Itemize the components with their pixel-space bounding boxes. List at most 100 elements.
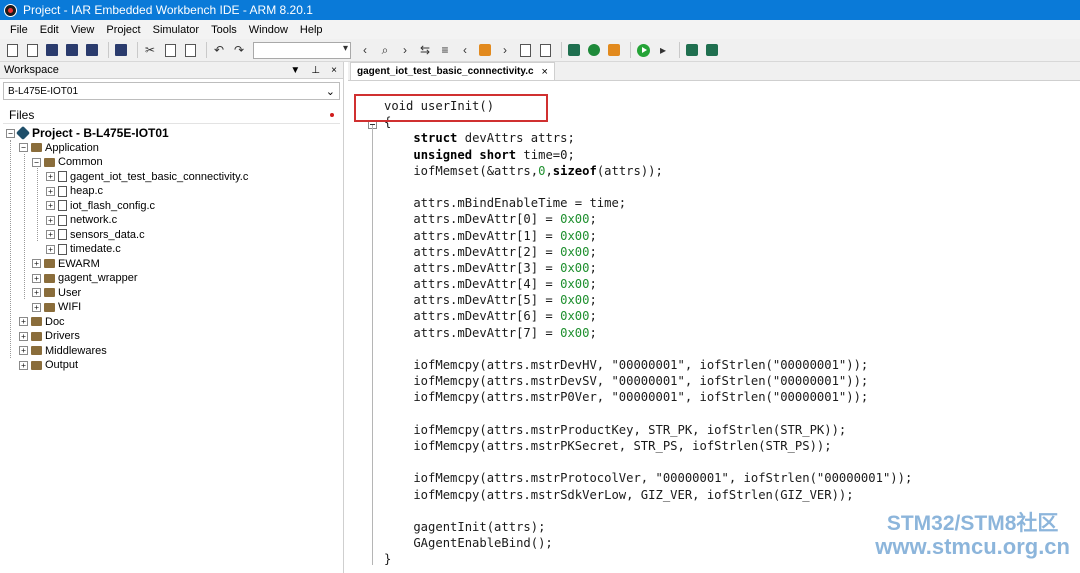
title-bar: Project - IAR Embedded Workbench IDE - A… [0, 0, 1080, 20]
expand-icon[interactable]: + [19, 346, 28, 356]
editor-tab-bar: gagent_iot_test_basic_connectivity.c × [348, 62, 1080, 81]
copy-icon[interactable] [162, 42, 178, 58]
chevron-right-icon[interactable]: › [497, 42, 513, 58]
tree-item[interactable]: + heap.c [6, 184, 343, 199]
expand-icon[interactable]: + [46, 172, 55, 182]
menu-view[interactable]: View [65, 24, 101, 36]
menu-window[interactable]: Window [243, 24, 294, 36]
tree-item-label: heap.c [70, 185, 104, 198]
expand-icon[interactable]: + [32, 259, 41, 269]
menu-file[interactable]: File [4, 24, 34, 36]
collapse-icon[interactable]: − [19, 143, 28, 153]
goto-icon[interactable]: ≡ [437, 42, 453, 58]
expand-icon[interactable]: + [19, 331, 28, 341]
close-tab-icon[interactable]: × [542, 66, 548, 78]
code-line: iofMemcpy(attrs.mstrProtocolVer, "000000… [384, 471, 913, 486]
layout-icon-2[interactable] [704, 42, 720, 58]
tree-item[interactable]: + Drivers [6, 329, 343, 344]
menu-tools[interactable]: Tools [205, 24, 243, 36]
stop-build-icon[interactable] [586, 42, 602, 58]
toolbar-separator [561, 42, 562, 58]
expand-icon[interactable]: + [46, 230, 55, 240]
expand-icon[interactable]: + [46, 186, 55, 196]
expand-icon[interactable]: + [32, 302, 41, 312]
code-line: attrs.mDevAttr[6] = 0x00; [384, 309, 597, 324]
debug-play-icon[interactable] [635, 42, 651, 58]
tree-item[interactable]: + gagent_iot_test_basic_connectivity.c [6, 170, 343, 185]
tree-item-label: sensors_data.c [70, 228, 145, 241]
chevron-right-icon[interactable]: › [397, 42, 413, 58]
expand-icon[interactable]: + [19, 360, 28, 370]
print-icon[interactable] [113, 42, 129, 58]
tree-item[interactable]: + Middlewares [6, 344, 343, 359]
undo-icon[interactable]: ↶ [211, 42, 227, 58]
tree-item[interactable]: + network.c [6, 213, 343, 228]
files-header[interactable]: Files [3, 106, 340, 124]
tree-item-label: WIFI [58, 301, 82, 314]
tree-item[interactable]: + Output [6, 358, 343, 373]
chevron-left-icon[interactable]: ‹ [357, 42, 373, 58]
code-editor[interactable]: void userInit(){ struct devAttrs attrs; … [348, 81, 1080, 573]
code-line: iofMemcpy(attrs.mstrProductKey, STR_PK, … [384, 422, 847, 437]
close-icon[interactable]: × [331, 65, 337, 76]
breakpoint-icon[interactable] [606, 42, 622, 58]
folder-icon [44, 259, 55, 269]
menu-project[interactable]: Project [100, 24, 146, 36]
menu-edit[interactable]: Edit [34, 24, 65, 36]
expand-icon[interactable]: + [19, 317, 28, 327]
pin-icon[interactable]: ⊥ [311, 65, 320, 76]
expand-icon[interactable]: + [32, 273, 41, 283]
workspace-header: Workspace ▼ ⊥ × [0, 62, 343, 79]
fold-guide [372, 125, 373, 565]
paste-icon[interactable] [182, 42, 198, 58]
expand-icon[interactable]: + [46, 201, 55, 211]
cut-icon[interactable]: ✂ [142, 42, 158, 58]
debug-noload-icon[interactable]: ▸ [655, 42, 671, 58]
expand-icon[interactable]: + [46, 244, 55, 254]
layout-icon[interactable] [684, 42, 700, 58]
folder-icon [31, 317, 42, 327]
collapse-icon[interactable]: − [32, 157, 41, 167]
tree-item[interactable]: + iot_flash_config.c [6, 199, 343, 214]
replace-icon[interactable]: ⇆ [417, 42, 433, 58]
code-line: attrs.mDevAttr[7] = 0x00; [384, 325, 597, 340]
tree-item[interactable]: + timedate.c [6, 242, 343, 257]
tree-project[interactable]: − Project - B-L475E-IOT01 [6, 126, 343, 141]
menu-help[interactable]: Help [294, 24, 329, 36]
editor-tab[interactable]: gagent_iot_test_basic_connectivity.c × [350, 62, 555, 80]
chevron-down-icon: ⌄ [325, 85, 335, 98]
new-file-icon[interactable] [4, 42, 20, 58]
tree-item[interactable]: + EWARM [6, 257, 343, 272]
close-file-icon[interactable] [84, 42, 100, 58]
tree-item[interactable]: + User [6, 286, 343, 301]
tree-item-label: Middlewares [45, 344, 107, 357]
collapse-icon[interactable]: − [6, 128, 15, 138]
save-icon[interactable] [44, 42, 60, 58]
open-file-icon[interactable] [24, 42, 40, 58]
tree-item-label: EWARM [58, 257, 100, 270]
save-all-icon[interactable] [64, 42, 80, 58]
tree-item[interactable]: + gagent_wrapper [6, 271, 343, 286]
menu-simulator[interactable]: Simulator [147, 24, 205, 36]
redo-icon[interactable]: ↷ [231, 42, 247, 58]
tree-item-label: Doc [45, 315, 65, 328]
tree-item-label: Drivers [45, 330, 80, 343]
tree-item[interactable]: + sensors_data.c [6, 228, 343, 243]
tree-item[interactable]: + WIFI [6, 300, 343, 315]
expand-icon[interactable]: + [46, 215, 55, 225]
compile-icon[interactable] [517, 42, 533, 58]
find-combo[interactable] [253, 41, 351, 59]
code-line: attrs.mDevAttr[2] = 0x00; [384, 244, 597, 259]
app-icon [4, 3, 17, 17]
expand-icon[interactable]: + [32, 288, 41, 298]
make-icon[interactable] [537, 42, 553, 58]
tree-item[interactable]: − Common [6, 155, 343, 170]
tree-item[interactable]: − Application [6, 141, 343, 156]
chevron-left-icon[interactable]: ‹ [457, 42, 473, 58]
dropdown-icon[interactable]: ▼ [290, 65, 300, 76]
tree-item[interactable]: + Doc [6, 315, 343, 330]
configuration-select[interactable]: B-L475E-IOT01 ⌄ [3, 82, 340, 100]
find-icon[interactable]: ⌕ [377, 42, 393, 58]
build-icon[interactable] [566, 42, 582, 58]
bookmark-icon[interactable] [477, 42, 493, 58]
